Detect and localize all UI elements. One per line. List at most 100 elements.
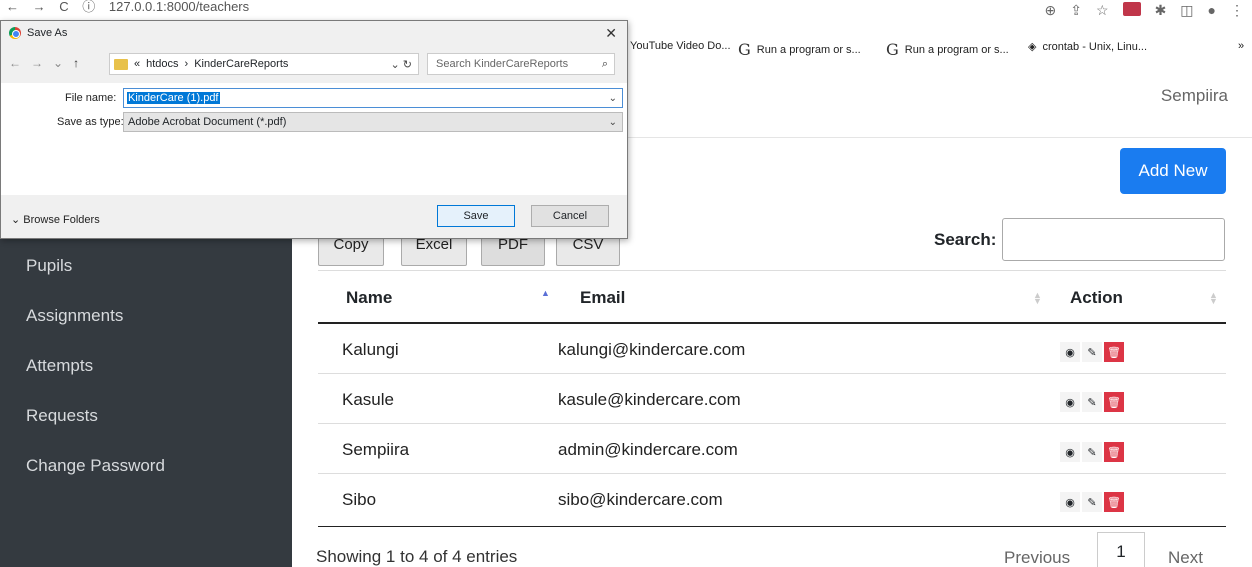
share-icon[interactable]: ⇪: [1070, 2, 1082, 19]
sort-both-icon[interactable]: ▲ ▼: [1033, 291, 1042, 306]
cell-name: Kasule: [342, 390, 394, 409]
column-header-name[interactable]: Name: [346, 288, 392, 308]
path-segment-htdocs[interactable]: htdocs: [146, 58, 178, 70]
bookmark-run-program-1[interactable]: G Run a program or s...: [738, 40, 861, 59]
path-prefix: «: [134, 58, 141, 70]
profile-avatar-icon[interactable]: ●: [1208, 2, 1216, 19]
delete-trash-icon[interactable]: 🗑: [1104, 392, 1124, 412]
chevron-down-icon[interactable]: ⌄: [53, 56, 63, 70]
chevron-right-icon: ›: [184, 58, 189, 70]
entries-info: Showing 1 to 4 of 4 entries: [316, 547, 518, 566]
sidebar-item-pupils[interactable]: Pupils: [26, 256, 72, 276]
file-name-value: KinderCare (1).pdf: [127, 92, 220, 104]
edit-icon[interactable]: ✎: [1082, 492, 1102, 512]
google-icon: G: [886, 40, 899, 59]
pagination-page-1[interactable]: 1: [1097, 532, 1145, 567]
cancel-button[interactable]: Cancel: [531, 205, 609, 227]
bookmark-crontab[interactable]: ◈ crontab - Unix, Linu...: [1028, 40, 1148, 54]
column-header-email[interactable]: Email: [580, 288, 625, 308]
delete-trash-icon[interactable]: 🗑: [1104, 442, 1124, 462]
bookmark-youtube[interactable]: YouTube Video Do...: [630, 40, 731, 52]
bookmarks-more[interactable]: »: [1238, 40, 1244, 52]
info-icon[interactable]: ⓘ: [82, 0, 95, 14]
table-row: Kalungi kalungi@kindercare.com ◉ ✎ 🗑: [318, 324, 1226, 374]
delete-trash-icon[interactable]: 🗑: [1104, 492, 1124, 512]
dialog-title: Save As: [27, 27, 68, 39]
row-actions: ◉ ✎ 🗑: [1060, 342, 1124, 362]
search-input[interactable]: [1002, 218, 1225, 261]
star-icon[interactable]: ☆: [1096, 2, 1109, 19]
folder-icon: [114, 58, 128, 70]
back-arrow-icon[interactable]: ←: [9, 56, 21, 70]
zoom-icon[interactable]: ⊕: [1045, 2, 1057, 19]
row-actions: ◉ ✎ 🗑: [1060, 442, 1124, 462]
folder-search-input[interactable]: Search KinderCareReports ⌕: [427, 53, 615, 75]
edit-icon[interactable]: ✎: [1082, 442, 1102, 462]
view-eye-icon[interactable]: ◉: [1060, 342, 1080, 362]
user-name[interactable]: Sempiira: [1161, 86, 1228, 106]
pagination-previous[interactable]: Previous: [1004, 548, 1070, 567]
menu-kebab-icon[interactable]: ⋮: [1230, 2, 1244, 19]
table-row: Sibo sibo@kindercare.com ◉ ✎ 🗑: [318, 474, 1226, 524]
add-new-button[interactable]: Add New: [1120, 148, 1226, 194]
bookmark-label: crontab - Unix, Linu...: [1042, 40, 1148, 53]
cell-email: admin@kindercare.com: [558, 440, 738, 459]
address-bar-fragment[interactable]: ← → C ⓘ 127.0.0.1:8000/teachers: [6, 0, 259, 15]
forward-icon[interactable]: →: [33, 0, 46, 14]
dialog-title-bar: Save As: [9, 27, 67, 39]
edit-icon[interactable]: ✎: [1082, 392, 1102, 412]
extension-icon[interactable]: [1122, 2, 1141, 16]
path-dropdown-refresh-icons[interactable]: ⌄ ↻: [391, 58, 413, 71]
file-name-input[interactable]: KinderCare (1).pdf ⌄: [123, 88, 623, 108]
close-icon[interactable]: ✕: [605, 25, 617, 42]
browse-folders-toggle[interactable]: ⌄ Browse Folders: [11, 213, 100, 226]
dialog-nav: ← → ⌄ ↑: [9, 56, 79, 70]
cell-email: sibo@kindercare.com: [558, 490, 723, 509]
path-bar[interactable]: « htdocs › KinderCareReports ⌄ ↻: [109, 53, 419, 75]
pagination-next[interactable]: Next: [1168, 548, 1203, 567]
browser-toolbar-icons: ⊕ ⇪ ☆ ✱ ◫ ● ⋮: [1045, 2, 1244, 19]
bookmark-run-program-2[interactable]: G Run a program or s...: [886, 40, 1009, 59]
bookmark-label: Run a program or s...: [904, 43, 1009, 56]
forward-arrow-icon[interactable]: →: [31, 56, 43, 70]
table-row: Sempiira admin@kindercare.com ◉ ✎ 🗑: [318, 424, 1226, 474]
row-actions: ◉ ✎ 🗑: [1060, 392, 1124, 412]
chevron-down-icon: ⌄: [608, 116, 617, 128]
delete-trash-icon[interactable]: 🗑: [1104, 342, 1124, 362]
file-name-label: File name:: [65, 92, 117, 104]
up-arrow-icon[interactable]: ↑: [73, 56, 79, 70]
chrome-icon: [9, 27, 21, 39]
table-bottom-border: [318, 526, 1226, 527]
sidebar-item-change-password[interactable]: Change Password: [26, 456, 165, 476]
bookmark-label: Run a program or s...: [756, 43, 861, 56]
path-segment-kindercarereports[interactable]: KinderCareReports: [194, 58, 288, 70]
browser-address-bar: ← → C ⓘ 127.0.0.1:8000/teachers ⊕ ⇪ ☆ ✱ …: [0, 0, 1252, 18]
sidebar-item-requests[interactable]: Requests: [26, 406, 98, 426]
puzzle-icon[interactable]: ✱: [1155, 2, 1167, 19]
sort-both-icon[interactable]: ▲ ▼: [1209, 291, 1218, 306]
search-icon: ⌕: [601, 57, 608, 70]
cell-name: Kalungi: [342, 340, 399, 359]
row-actions: ◉ ✎ 🗑: [1060, 492, 1124, 512]
view-eye-icon[interactable]: ◉: [1060, 442, 1080, 462]
cell-name: Sibo: [342, 490, 377, 509]
search-placeholder: Search KinderCareReports: [436, 58, 569, 70]
url-text[interactable]: 127.0.0.1:8000/teachers: [109, 0, 249, 14]
sidebar-item-attempts[interactable]: Attempts: [26, 356, 93, 376]
back-icon[interactable]: ←: [6, 0, 19, 14]
column-header-action[interactable]: Action: [1070, 288, 1123, 308]
save-button[interactable]: Save: [437, 205, 515, 227]
reload-icon[interactable]: C: [59, 0, 68, 14]
sort-asc-icon[interactable]: ▲: [541, 289, 550, 298]
chevron-down-icon: ⌄: [11, 214, 21, 226]
view-eye-icon[interactable]: ◉: [1060, 392, 1080, 412]
chevron-down-icon[interactable]: ⌄: [609, 93, 617, 104]
edit-icon[interactable]: ✎: [1082, 342, 1102, 362]
save-as-dialog: Save As ✕ ← → ⌄ ↑ « htdocs › KinderCareR…: [0, 20, 628, 239]
view-eye-icon[interactable]: ◉: [1060, 492, 1080, 512]
google-icon: G: [738, 40, 751, 59]
table-top-border: [318, 270, 1226, 271]
save-type-select[interactable]: Adobe Acrobat Document (*.pdf) ⌄: [123, 112, 623, 132]
sidebar-panel-icon[interactable]: ◫: [1180, 2, 1193, 19]
sidebar-item-assignments[interactable]: Assignments: [26, 306, 123, 326]
